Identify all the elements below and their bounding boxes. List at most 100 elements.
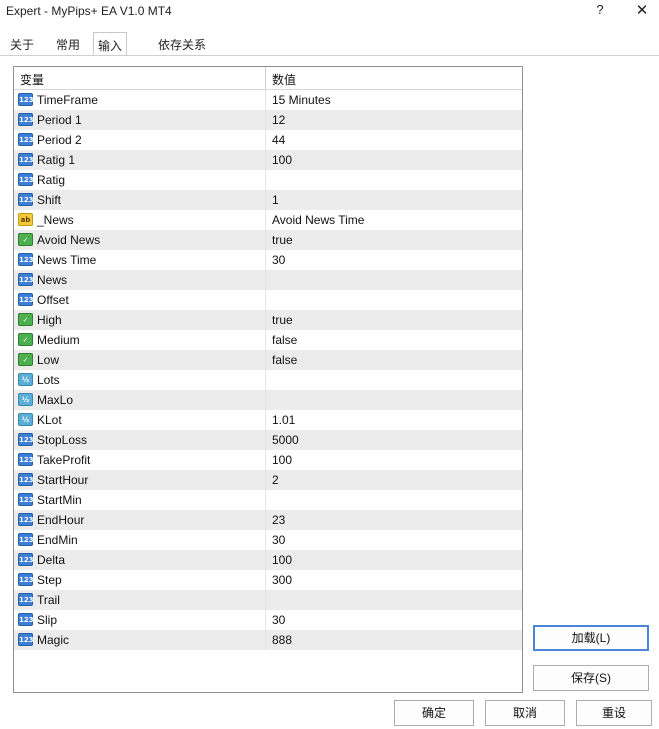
- integer-type-icon: 123: [18, 613, 34, 626]
- value-cell[interactable]: 15 Minutes: [272, 93, 331, 107]
- integer-type-icon: 123: [18, 593, 34, 606]
- variable-name: Avoid News: [37, 233, 101, 247]
- close-icon[interactable]: ✕: [633, 1, 651, 21]
- reset-button[interactable]: 重设: [576, 700, 652, 726]
- cancel-button[interactable]: 取消: [485, 700, 565, 726]
- value-cell[interactable]: 888: [272, 633, 292, 647]
- variable-name: MaxLo: [37, 393, 74, 407]
- value-cell[interactable]: false: [272, 353, 297, 367]
- value-cell[interactable]: 1.01: [272, 413, 295, 427]
- value-cell[interactable]: 100: [272, 153, 292, 167]
- value-cell[interactable]: true: [272, 233, 293, 247]
- table-row[interactable]: 123 EndMin 30: [14, 530, 522, 550]
- row-divider: [265, 270, 266, 290]
- table-row[interactable]: ✓ Medium false: [14, 330, 522, 350]
- variable-name: Step: [37, 573, 62, 587]
- table-row[interactable]: 123 Ratig 1 100: [14, 150, 522, 170]
- row-divider: [265, 230, 266, 250]
- table-row[interactable]: ✓ Avoid News true: [14, 230, 522, 250]
- integer-type-icon: 123: [18, 533, 34, 546]
- double-type-icon: ½: [18, 393, 33, 406]
- table-row[interactable]: 123 Slip 30: [14, 610, 522, 630]
- table-row[interactable]: 123 Ratig: [14, 170, 522, 190]
- tab-about[interactable]: 关于: [6, 34, 38, 54]
- value-cell[interactable]: 5000: [272, 433, 299, 447]
- help-button[interactable]: ?: [593, 2, 607, 20]
- row-divider: [265, 330, 266, 350]
- table-row[interactable]: ½ MaxLo: [14, 390, 522, 410]
- tab-inputs[interactable]: 输入: [93, 32, 128, 56]
- value-cell[interactable]: 1: [272, 193, 279, 207]
- row-divider: [265, 470, 266, 490]
- value-cell[interactable]: 30: [272, 533, 285, 547]
- column-header-value[interactable]: 数值: [272, 71, 296, 88]
- variable-cell: 123 StartMin: [18, 490, 262, 510]
- row-divider: [265, 310, 266, 330]
- variable-name: Ratig 1: [37, 153, 76, 167]
- table-row[interactable]: 123 Delta 100: [14, 550, 522, 570]
- table-row[interactable]: 123 StartHour 2: [14, 470, 522, 490]
- ok-button[interactable]: 确定: [394, 700, 474, 726]
- table-row[interactable]: 123 Offset: [14, 290, 522, 310]
- table-row[interactable]: ✓ Low false: [14, 350, 522, 370]
- row-divider: [265, 110, 266, 130]
- row-divider: [265, 130, 266, 150]
- integer-type-icon: 123: [18, 273, 34, 286]
- load-button[interactable]: 加载(L): [533, 625, 649, 651]
- tab-dependencies[interactable]: 依存关系: [154, 34, 210, 54]
- variable-cell: 123 Ratig 1: [18, 150, 262, 170]
- table-row[interactable]: 123 EndHour 23: [14, 510, 522, 530]
- row-divider: [265, 370, 266, 390]
- integer-type-icon: 123: [18, 153, 34, 166]
- value-cell[interactable]: 100: [272, 553, 292, 567]
- table-row[interactable]: 123 StopLoss 5000: [14, 430, 522, 450]
- table-row[interactable]: 123 Step 300: [14, 570, 522, 590]
- table-row[interactable]: 123 StartMin: [14, 490, 522, 510]
- value-cell[interactable]: 30: [272, 253, 285, 267]
- variable-name: Low: [37, 353, 60, 367]
- row-divider: [265, 350, 266, 370]
- value-cell[interactable]: 2: [272, 473, 279, 487]
- variable-cell: 123 Period 2: [18, 130, 262, 150]
- value-cell[interactable]: 30: [272, 613, 285, 627]
- table-row[interactable]: 123 Shift 1: [14, 190, 522, 210]
- tab-common[interactable]: 常用: [52, 34, 84, 54]
- table-row[interactable]: 123 Magic 888: [14, 630, 522, 650]
- row-divider: [265, 150, 266, 170]
- value-cell[interactable]: true: [272, 313, 293, 327]
- value-cell[interactable]: 12: [272, 113, 285, 127]
- table-row[interactable]: ½ Lots: [14, 370, 522, 390]
- value-cell[interactable]: 100: [272, 453, 292, 467]
- row-divider: [265, 390, 266, 410]
- variable-name: EndHour: [37, 513, 85, 527]
- value-cell[interactable]: 300: [272, 573, 292, 587]
- integer-type-icon: 123: [18, 253, 34, 266]
- value-cell[interactable]: false: [272, 333, 297, 347]
- column-divider[interactable]: [265, 67, 266, 89]
- row-divider: [265, 190, 266, 210]
- tab-divider: [0, 55, 659, 56]
- table-row[interactable]: 123 Trail: [14, 590, 522, 610]
- table-row[interactable]: 123 TimeFrame 15 Minutes: [14, 90, 522, 110]
- table-row[interactable]: 123 News: [14, 270, 522, 290]
- table-row[interactable]: ab _News Avoid News Time: [14, 210, 522, 230]
- table-row[interactable]: ✓ High true: [14, 310, 522, 330]
- title-bar: Expert - MyPips+ EA V1.0 MT4 ? ✕: [0, 0, 659, 24]
- table-row[interactable]: 123 Period 1 12: [14, 110, 522, 130]
- column-header-variable[interactable]: 变量: [20, 71, 44, 88]
- value-cell[interactable]: Avoid News Time: [272, 213, 364, 227]
- variable-name: StartHour: [37, 473, 89, 487]
- row-divider: [265, 530, 266, 550]
- table-row[interactable]: 123 TakeProfit 100: [14, 450, 522, 470]
- inputs-grid[interactable]: 变量 数值 123 TimeFrame 15 Minutes 123 Period 11…: [13, 66, 523, 693]
- variable-cell: 123 Shift: [18, 190, 262, 210]
- variable-cell: ✓ Medium: [18, 330, 262, 350]
- table-row[interactable]: 123 Period 2 44: [14, 130, 522, 150]
- value-cell[interactable]: 23: [272, 513, 285, 527]
- value-cell[interactable]: 44: [272, 133, 285, 147]
- save-button[interactable]: 保存(S): [533, 665, 649, 691]
- row-divider: [265, 490, 266, 510]
- table-row[interactable]: ½ KLot 1.01: [14, 410, 522, 430]
- integer-type-icon: 123: [18, 293, 34, 306]
- table-row[interactable]: 123 News Time 30: [14, 250, 522, 270]
